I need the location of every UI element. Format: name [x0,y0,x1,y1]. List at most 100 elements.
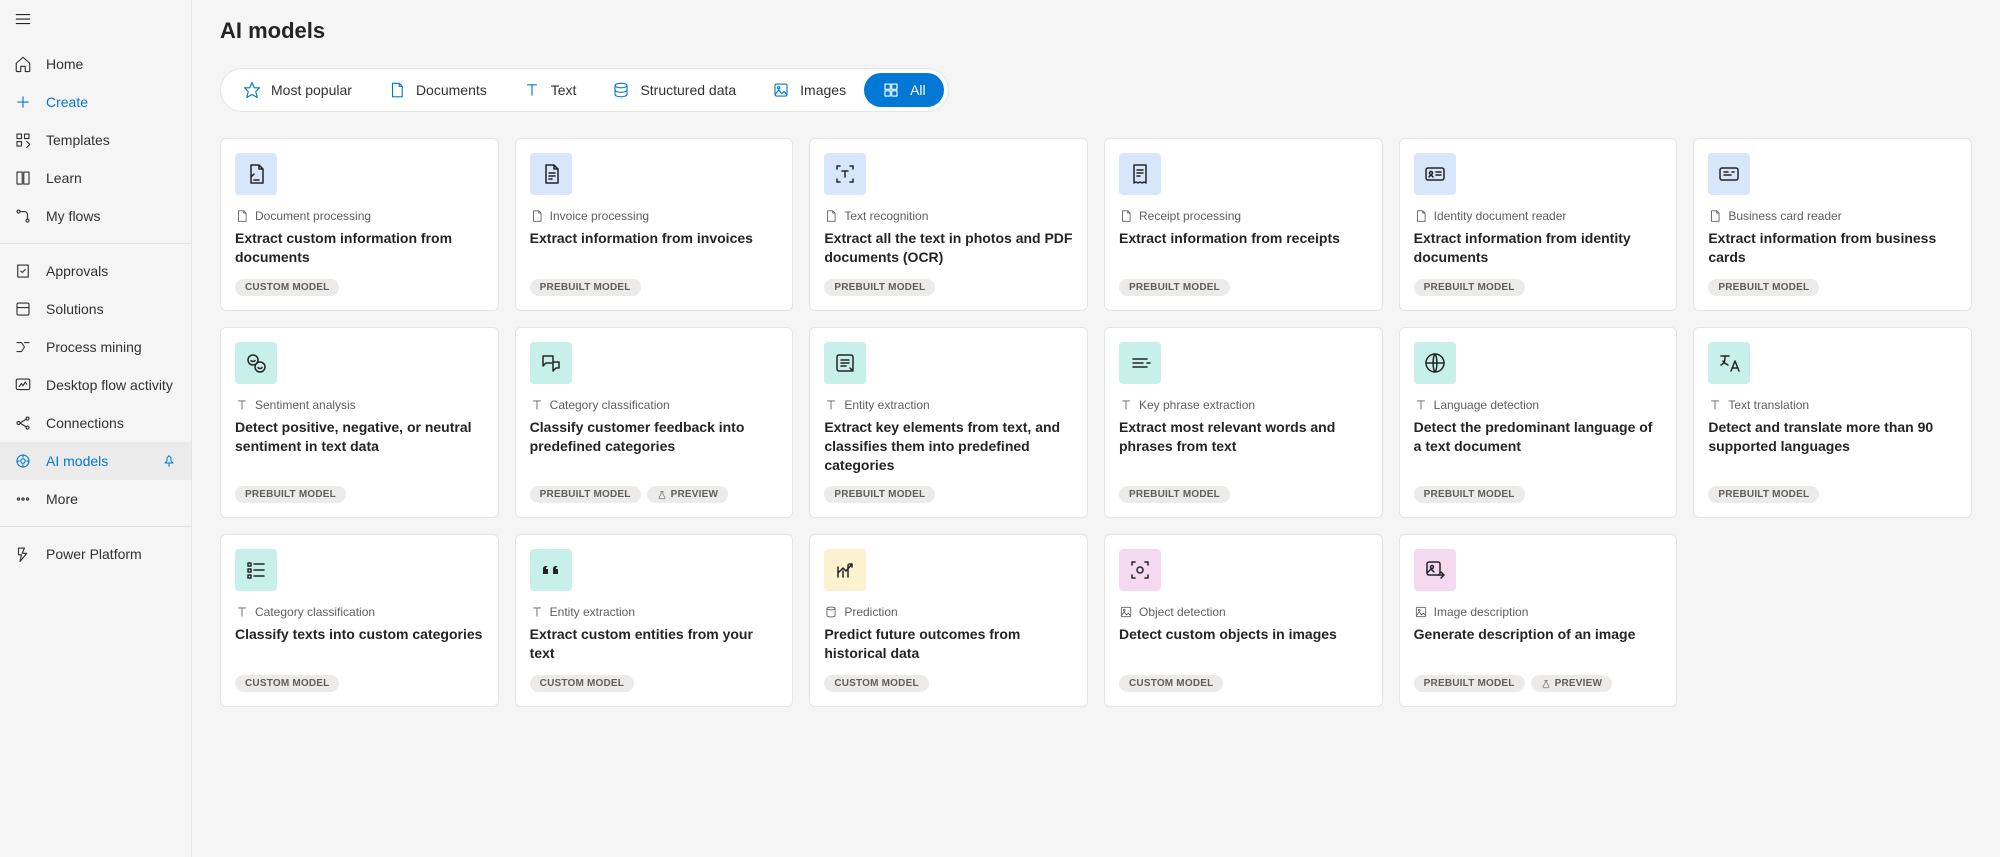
hamburger-menu[interactable] [0,0,191,41]
preview-badge: PREVIEW [1531,675,1613,692]
filter-label: Structured data [640,82,736,98]
text-category-icon [1414,398,1428,412]
nav-label: Connections [46,415,177,431]
filter-label: Text [551,82,577,98]
model-card[interactable]: Receipt processingExtract information fr… [1104,138,1383,311]
model-card[interactable]: Identity document readerExtract informat… [1399,138,1678,311]
model-card[interactable]: Invoice processingExtract information fr… [515,138,794,311]
nav-learn[interactable]: Learn [0,159,191,197]
card-title: Classify customer feedback into predefin… [530,418,779,475]
filter-images[interactable]: Images [754,73,864,107]
home-icon [14,55,32,73]
nav-divider [0,526,191,527]
card-title: Detect positive, negative, or neutral se… [235,418,484,475]
filter-row: Most popular Documents Text Structured d… [220,68,949,112]
nav-label: More [46,491,177,507]
activity-icon [14,376,32,394]
image-category-icon [1119,605,1133,619]
model-card[interactable]: Sentiment analysis Detect positive, negat… [220,327,499,519]
card-category: Business card reader [1708,209,1957,223]
model-card[interactable]: Prediction Predict future outcomes from h… [809,534,1088,707]
card-title: Extract most relevant words and phrases … [1119,418,1368,475]
nav-connections[interactable]: Connections [0,404,191,442]
prebuilt-badge: PREBUILT MODEL [530,279,641,296]
card-category-label: Object detection [1139,605,1226,619]
model-card[interactable]: Key phrase extractionExtract most releva… [1104,327,1383,519]
pin-icon[interactable] [161,453,177,469]
nav-create[interactable]: Create [0,83,191,121]
keyphrase-icon [1119,342,1161,384]
card-badges: PREBUILT MODEL [1414,279,1663,296]
model-card[interactable]: Language detectionDetect the predominant… [1399,327,1678,519]
receipt-icon [1119,153,1161,195]
nav-solutions[interactable]: Solutions [0,290,191,328]
filter-structured-data[interactable]: Structured data [594,73,754,107]
object-icon [1119,549,1161,591]
model-card[interactable]: Category classification Classify customer… [515,327,794,519]
doc-extract-icon [235,153,277,195]
prebuilt-badge: PREBUILT MODEL [1414,675,1525,692]
hamburger-icon [14,10,32,28]
nav-label: Solutions [46,301,177,317]
text-category-icon [530,605,544,619]
custom-badge: CUSTOM MODEL [1119,675,1223,692]
power-platform-icon [14,545,32,563]
card-category: Sentiment analysis [235,398,484,412]
text-category-icon [1119,398,1133,412]
card-badges: PREBUILT MODEL [824,486,1073,503]
card-badges: PREBUILT MODEL [1708,279,1957,296]
star-icon [243,81,261,99]
model-card[interactable]: Entity extractionExtract key elements fr… [809,327,1088,519]
card-badges: CUSTOM MODEL [1119,675,1368,692]
nav-ai-models[interactable]: AI models [0,442,191,480]
card-category: Category classification [235,605,484,619]
nav-my-flows[interactable]: My flows [0,197,191,235]
filter-all[interactable]: All [864,73,944,107]
card-category: Text translation [1708,398,1957,412]
model-card[interactable]: Text recognitionExtract all the text in … [809,138,1088,311]
card-title: Predict future outcomes from historical … [824,625,1073,663]
card-category: Language detection [1414,398,1663,412]
card-title: Classify texts into custom categories [235,625,484,663]
card-title: Detect custom objects in images [1119,625,1368,663]
nav-approvals[interactable]: Approvals [0,252,191,290]
model-card[interactable]: Document processingExtract custom inform… [220,138,499,311]
card-category-label: Receipt processing [1139,209,1241,223]
card-category-label: Text translation [1728,398,1809,412]
filter-text[interactable]: Text [505,73,595,107]
nav-power-platform[interactable]: Power Platform [0,535,191,573]
prebuilt-badge: PREBUILT MODEL [824,279,935,296]
card-title: Detect and translate more than 90 suppor… [1708,418,1957,475]
nav-home[interactable]: Home [0,45,191,83]
nav-label: Process mining [46,339,177,355]
predict-icon [824,549,866,591]
model-card[interactable]: Image descriptionGenerate description of… [1399,534,1678,707]
image-category-icon [1414,605,1428,619]
database-icon [612,81,630,99]
nav-desktop-flow[interactable]: Desktop flow activity [0,366,191,404]
filter-documents[interactable]: Documents [370,73,505,107]
nav-templates[interactable]: Templates [0,121,191,159]
card-category: Category classification [530,398,779,412]
card-category-label: Prediction [844,605,897,619]
nav-process-mining[interactable]: Process mining [0,328,191,366]
nav-more[interactable]: More [0,480,191,518]
card-category-label: Sentiment analysis [255,398,356,412]
card-badges: CUSTOM MODEL [530,675,779,692]
model-card[interactable]: Entity extractionExtract custom entities… [515,534,794,707]
prebuilt-badge: PREBUILT MODEL [235,486,346,503]
cards-grid: Document processingExtract custom inform… [220,138,1972,707]
model-card[interactable]: Business card readerExtract information … [1693,138,1972,311]
model-card[interactable]: Object detection Detect custom objects in… [1104,534,1383,707]
card-category-label: Document processing [255,209,371,223]
prebuilt-badge: PREBUILT MODEL [1119,486,1230,503]
filter-most-popular[interactable]: Most popular [225,73,370,107]
flows-icon [14,207,32,225]
doc-category-icon [235,209,249,223]
prebuilt-badge: PREBUILT MODEL [1708,279,1819,296]
card-badges: CUSTOM MODEL [824,675,1073,692]
prebuilt-badge: PREBUILT MODEL [1414,486,1525,503]
nav-label: Desktop flow activity [46,377,177,393]
model-card[interactable]: Category classification Classify texts in… [220,534,499,707]
model-card[interactable]: Text translation Detect and translate mor… [1693,327,1972,519]
